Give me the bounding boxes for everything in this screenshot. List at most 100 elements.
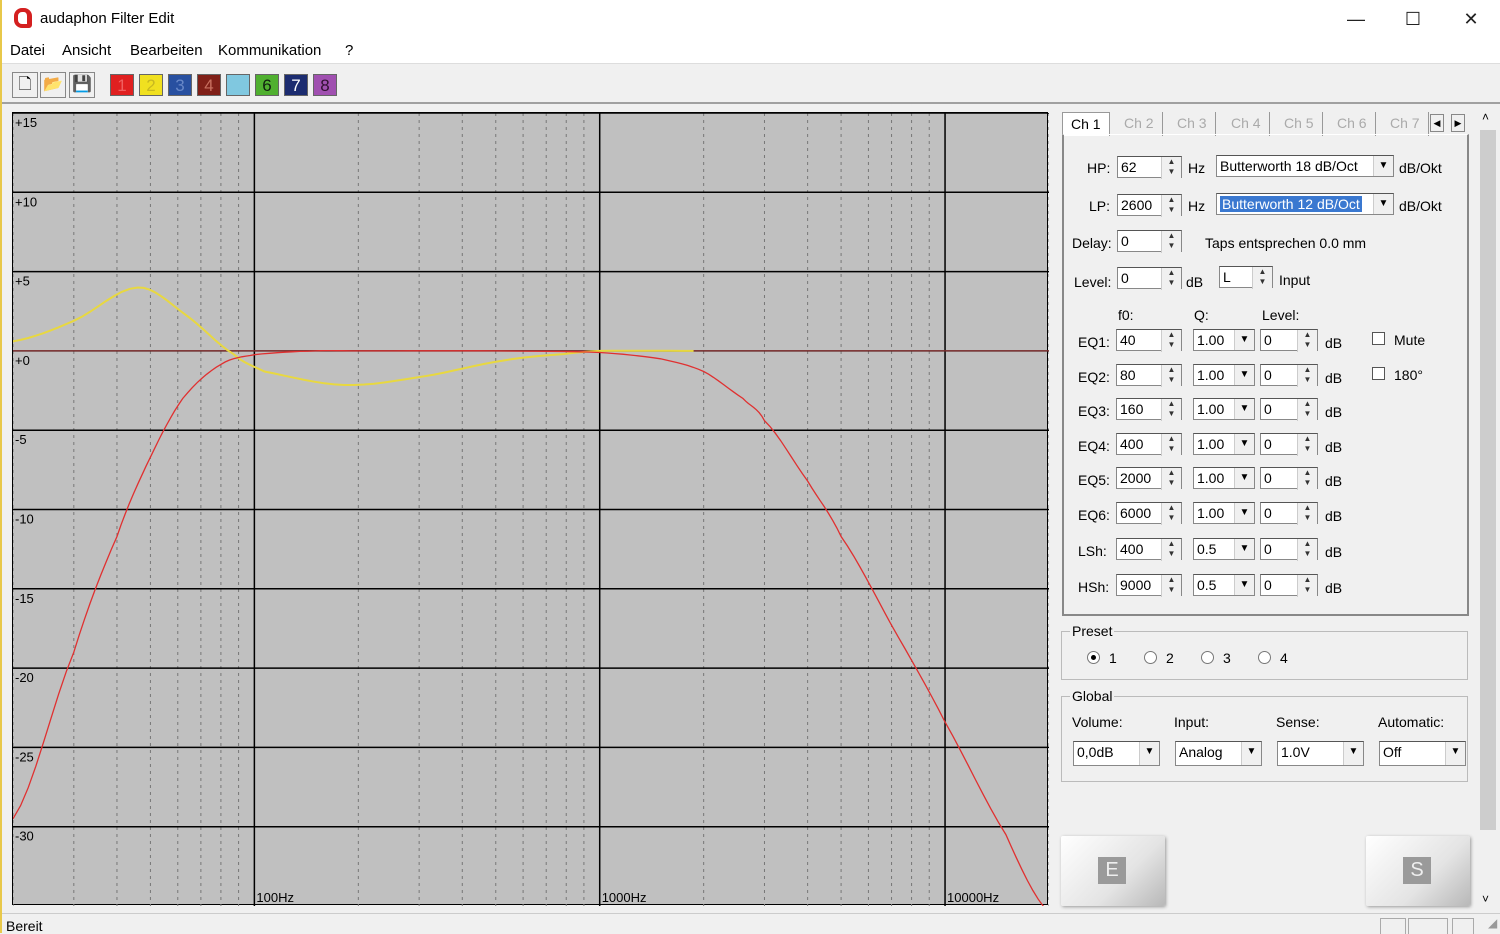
tab-ch-3[interactable]: Ch 3: [1169, 112, 1216, 136]
channel-7-button[interactable]: 7: [284, 74, 308, 96]
channel-5-button[interactable]: [226, 74, 250, 96]
eq-f0-input[interactable]: 9000 ▲ ▼: [1116, 574, 1182, 597]
eq-f0-input[interactable]: 80 ▲ ▼: [1116, 364, 1182, 387]
delay-input[interactable]: 0 ▲ ▼: [1117, 230, 1182, 253]
eq-f0-input[interactable]: 400 ▲ ▼: [1116, 538, 1182, 561]
tab-scroll-right-button[interactable]: ▶: [1451, 114, 1465, 132]
invert-180-checkbox[interactable]: [1372, 367, 1385, 380]
scrollbar-thumb[interactable]: [1480, 130, 1496, 830]
s-button[interactable]: S: [1366, 836, 1470, 906]
eq-level-spinner[interactable]: ▲ ▼: [1297, 575, 1317, 597]
eq-level-input[interactable]: 0 ▲ ▼: [1260, 329, 1318, 352]
eq-f0-spinner[interactable]: ▲ ▼: [1161, 399, 1181, 421]
eq-f0-spinner[interactable]: ▲ ▼: [1161, 330, 1181, 352]
vertical-scrollbar[interactable]: ˄ ˅: [1477, 108, 1499, 912]
level-input[interactable]: 0 ▲ ▼: [1117, 267, 1182, 290]
tab-ch-2[interactable]: Ch 2: [1116, 112, 1163, 136]
chevron-down-icon[interactable]: ▼: [1234, 330, 1254, 350]
hp-frequency-input[interactable]: 62 ▲ ▼: [1117, 156, 1182, 179]
eq-f0-input[interactable]: 160 ▲ ▼: [1116, 398, 1182, 421]
eq-level-input[interactable]: 0 ▲ ▼: [1260, 398, 1318, 421]
input-select[interactable]: Analog ▼: [1175, 741, 1262, 766]
chevron-down-icon[interactable]: ▼: [1373, 194, 1393, 214]
eq-f0-spinner[interactable]: ▲ ▼: [1161, 365, 1181, 387]
preset-4-radio[interactable]: [1258, 651, 1271, 664]
chevron-down-icon[interactable]: ▼: [1241, 742, 1261, 765]
eq-level-input[interactable]: 0 ▲ ▼: [1260, 502, 1318, 525]
eq-f0-input[interactable]: 40 ▲ ▼: [1116, 329, 1182, 352]
eq-level-input[interactable]: 0 ▲ ▼: [1260, 467, 1318, 490]
eq-f0-input[interactable]: 6000 ▲ ▼: [1116, 502, 1182, 525]
tab-ch-5[interactable]: Ch 5: [1276, 112, 1323, 136]
eq-q-select[interactable]: 1.00 ▼: [1193, 502, 1255, 524]
scroll-down-icon[interactable]: ˅: [1482, 892, 1489, 906]
preset-3-radio[interactable]: [1201, 651, 1214, 664]
menu-kommunikation[interactable]: Kommunikation: [218, 42, 321, 59]
scroll-up-icon[interactable]: ˄: [1482, 110, 1489, 124]
input-spinner[interactable]: ▲ ▼: [1252, 267, 1272, 289]
input-channel-spinner[interactable]: L ▲ ▼: [1219, 266, 1273, 289]
chevron-down-icon[interactable]: ▼: [1234, 434, 1254, 454]
eq-q-select[interactable]: 1.00 ▼: [1193, 364, 1255, 386]
eq-q-select[interactable]: 1.00 ▼: [1193, 329, 1255, 351]
eq-f0-input[interactable]: 2000 ▲ ▼: [1116, 467, 1182, 490]
eq-level-input[interactable]: 0 ▲ ▼: [1260, 574, 1318, 597]
sense-select[interactable]: 1.0V ▼: [1277, 741, 1364, 766]
eq-q-select[interactable]: 1.00 ▼: [1193, 398, 1255, 420]
hp-type-select[interactable]: Butterworth 18 dB/Oct ▼: [1216, 155, 1394, 177]
eq-f0-spinner[interactable]: ▲ ▼: [1161, 468, 1181, 490]
tab-ch-4[interactable]: Ch 4: [1223, 112, 1270, 136]
chevron-down-icon[interactable]: ▼: [1234, 365, 1254, 385]
eq-level-spinner[interactable]: ▲ ▼: [1297, 539, 1317, 561]
e-button[interactable]: E: [1061, 836, 1165, 906]
menu-help[interactable]: ?: [345, 42, 353, 59]
eq-level-spinner[interactable]: ▲ ▼: [1297, 399, 1317, 421]
eq-level-spinner[interactable]: ▲ ▼: [1297, 503, 1317, 525]
chevron-down-icon[interactable]: ▼: [1234, 539, 1254, 559]
chevron-down-icon[interactable]: ▼: [1139, 742, 1159, 765]
maximize-button[interactable]: ☐: [1390, 0, 1436, 38]
eq-q-select[interactable]: 1.00 ▼: [1193, 433, 1255, 455]
chevron-down-icon[interactable]: ▼: [1373, 156, 1393, 176]
save-disk-icon[interactable]: 💾: [69, 72, 95, 98]
eq-level-spinner[interactable]: ▲ ▼: [1297, 434, 1317, 456]
mute-checkbox[interactable]: [1372, 332, 1385, 345]
chevron-down-icon[interactable]: ▼: [1234, 503, 1254, 523]
eq-f0-input[interactable]: 400 ▲ ▼: [1116, 433, 1182, 456]
chevron-down-icon[interactable]: ▼: [1343, 742, 1363, 765]
preset-1-radio[interactable]: [1087, 651, 1100, 664]
menu-ansicht[interactable]: Ansicht: [62, 42, 111, 59]
channel-1-button[interactable]: 1: [110, 74, 134, 96]
chevron-down-icon[interactable]: ▼: [1234, 399, 1254, 419]
chevron-down-icon[interactable]: ▼: [1234, 468, 1254, 488]
new-file-icon[interactable]: 🗋: [12, 72, 38, 98]
eq-f0-spinner[interactable]: ▲ ▼: [1161, 434, 1181, 456]
eq-level-input[interactable]: 0 ▲ ▼: [1260, 538, 1318, 561]
channel-4-button[interactable]: 4: [197, 74, 221, 96]
eq-f0-spinner[interactable]: ▲ ▼: [1161, 539, 1181, 561]
channel-8-button[interactable]: 8: [313, 74, 337, 96]
eq-level-spinner[interactable]: ▲ ▼: [1297, 365, 1317, 387]
lp-type-select[interactable]: Butterworth 12 dB/Oct ▼: [1216, 193, 1394, 215]
volume-select[interactable]: 0,0dB ▼: [1073, 741, 1160, 766]
lp-spinner[interactable]: ▲ ▼: [1161, 195, 1181, 217]
channel-6-button[interactable]: 6: [255, 74, 279, 96]
tab-scroll-left-button[interactable]: ◀: [1430, 114, 1444, 132]
chevron-down-icon[interactable]: ▼: [1234, 575, 1254, 595]
automatic-select[interactable]: Off ▼: [1379, 741, 1466, 766]
open-folder-icon[interactable]: 📂: [40, 72, 66, 98]
eq-q-select[interactable]: 0.5 ▼: [1193, 574, 1255, 596]
tab-ch-6[interactable]: Ch 6: [1329, 112, 1376, 136]
resize-grip-icon[interactable]: ◢: [1488, 916, 1497, 930]
eq-q-select[interactable]: 1.00 ▼: [1193, 467, 1255, 489]
close-button[interactable]: ✕: [1448, 0, 1494, 38]
tab-ch-1[interactable]: Ch 1: [1062, 112, 1110, 136]
preset-2-radio[interactable]: [1144, 651, 1157, 664]
eq-f0-spinner[interactable]: ▲ ▼: [1161, 575, 1181, 597]
eq-f0-spinner[interactable]: ▲ ▼: [1161, 503, 1181, 525]
lp-frequency-input[interactable]: 2600 ▲ ▼: [1117, 194, 1182, 217]
tab-ch-7[interactable]: Ch 7: [1382, 112, 1429, 136]
menu-bearbeiten[interactable]: Bearbeiten: [130, 42, 203, 59]
delay-spinner[interactable]: ▲ ▼: [1161, 231, 1181, 253]
eq-q-select[interactable]: 0.5 ▼: [1193, 538, 1255, 560]
